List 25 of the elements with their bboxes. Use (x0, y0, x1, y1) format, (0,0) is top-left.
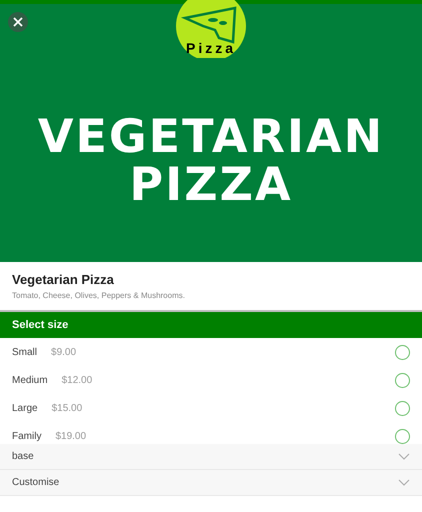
logo-text: Pizza (186, 40, 236, 56)
product-name: Vegetarian Pizza (12, 272, 115, 288)
close-icon (13, 17, 23, 27)
banner-title: VEGETARIAN (38, 112, 384, 160)
size-label: Family (12, 430, 42, 444)
size-label: Small (12, 346, 38, 360)
size-price: $15.00 (52, 402, 82, 416)
product-description: Tomato, Cheese, Olives, Peppers & Mushrooms. (12, 290, 186, 302)
chevron-down-icon (398, 479, 410, 486)
close-button[interactable] (8, 12, 28, 32)
radio-button[interactable] (395, 344, 410, 360)
expandable-panel[interactable]: base (0, 444, 422, 470)
size-label: Large (12, 402, 38, 416)
radio-button[interactable] (395, 400, 410, 416)
size-price: $9.00 (51, 346, 76, 360)
size-price: $19.00 (55, 430, 86, 444)
panel-label: Customise (12, 476, 60, 490)
panel-label: base (12, 450, 34, 464)
radio-button[interactable] (395, 372, 410, 388)
size-label: Medium (12, 374, 48, 388)
expandable-panel[interactable]: Customise (0, 470, 422, 496)
size-price: $12.00 (62, 374, 92, 388)
section-header: Select size (12, 318, 68, 333)
banner-title: PIZZA (129, 160, 293, 208)
chevron-down-icon (398, 453, 410, 460)
